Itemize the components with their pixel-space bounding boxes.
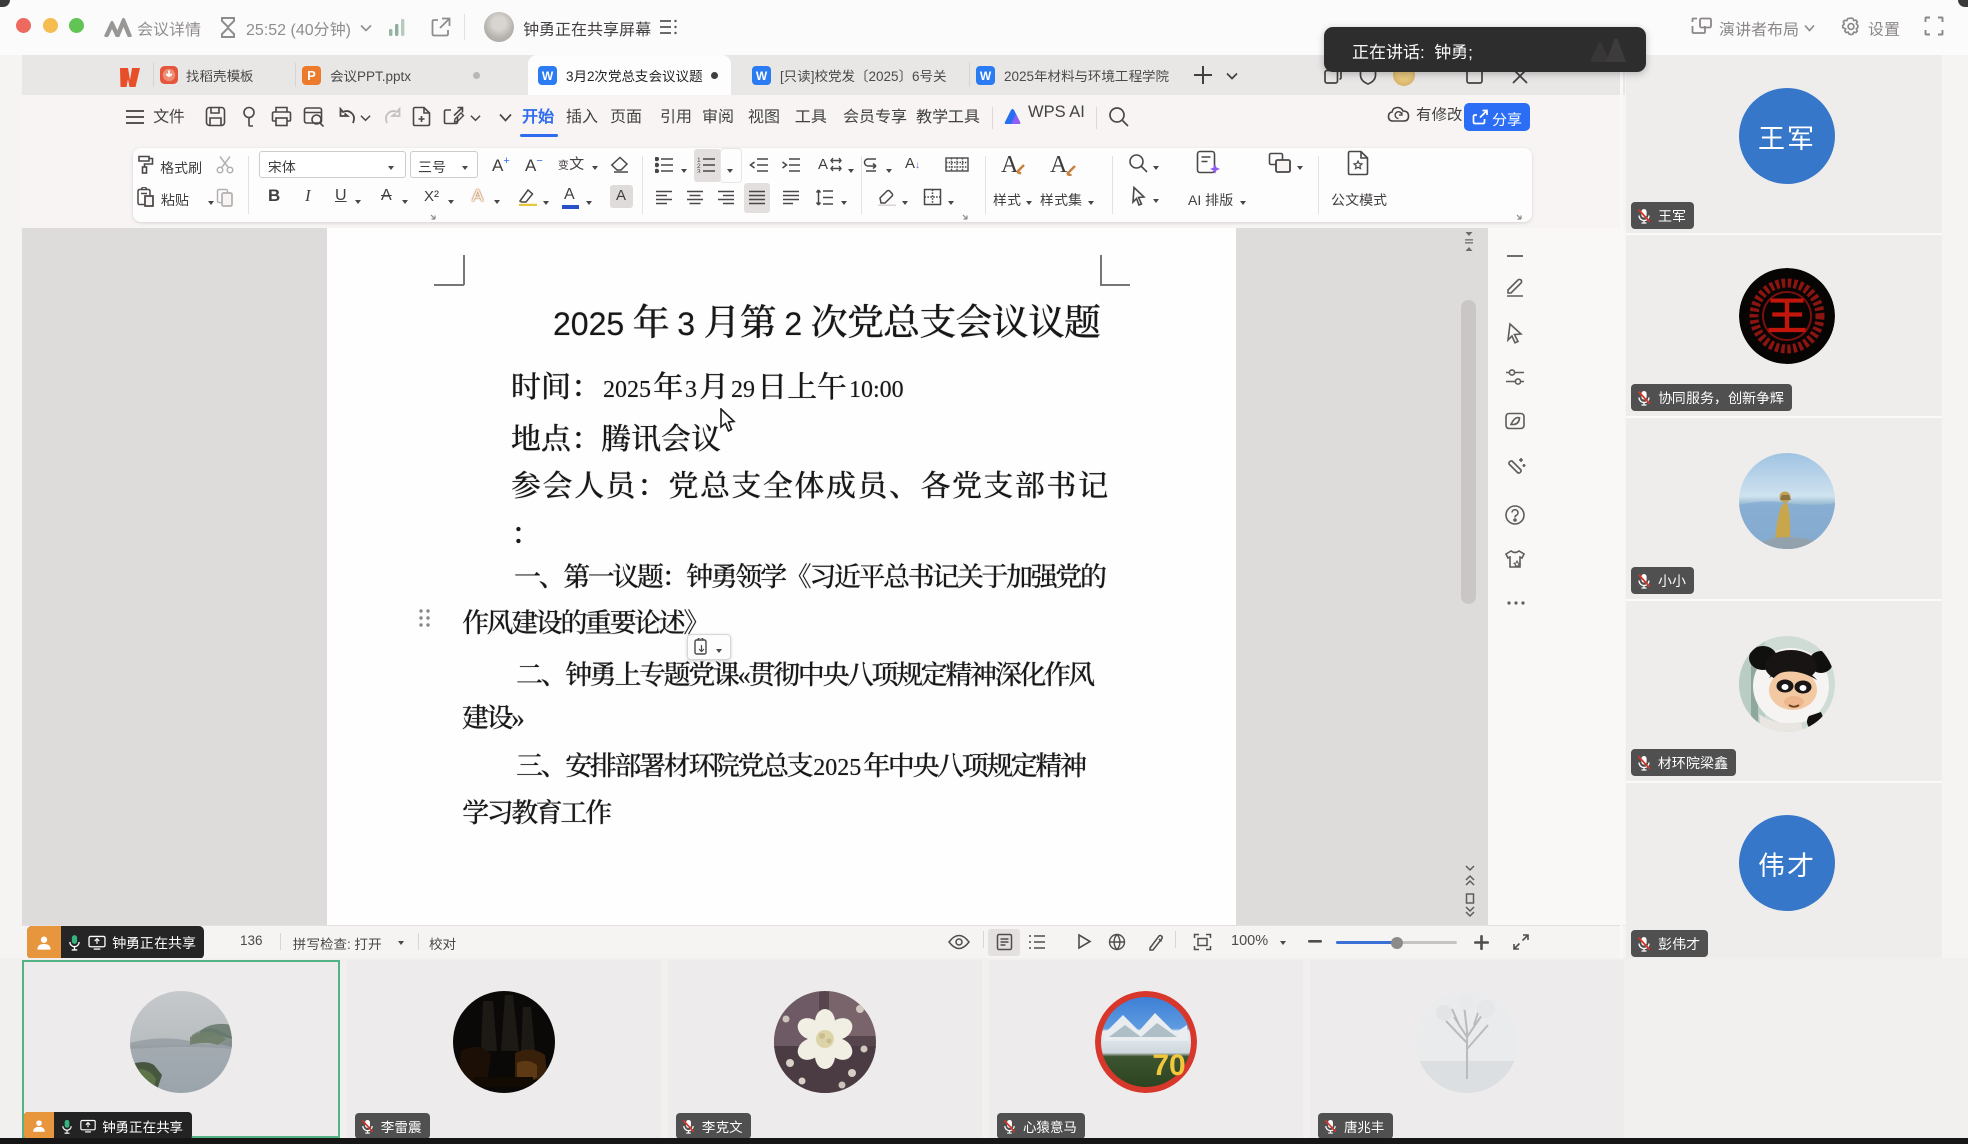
svg-text:P: P [307, 68, 316, 83]
svg-text:A: A [1050, 152, 1068, 176]
svg-text:W: W [756, 69, 768, 83]
svg-text:3: 3 [697, 169, 701, 174]
svg-text:70: 70 [1152, 1049, 1185, 1082]
svg-text:W: W [980, 69, 992, 83]
svg-text:W: W [542, 69, 554, 83]
svg-text:A: A [1001, 152, 1019, 176]
svg-text:王: 王 [1767, 284, 1807, 342]
